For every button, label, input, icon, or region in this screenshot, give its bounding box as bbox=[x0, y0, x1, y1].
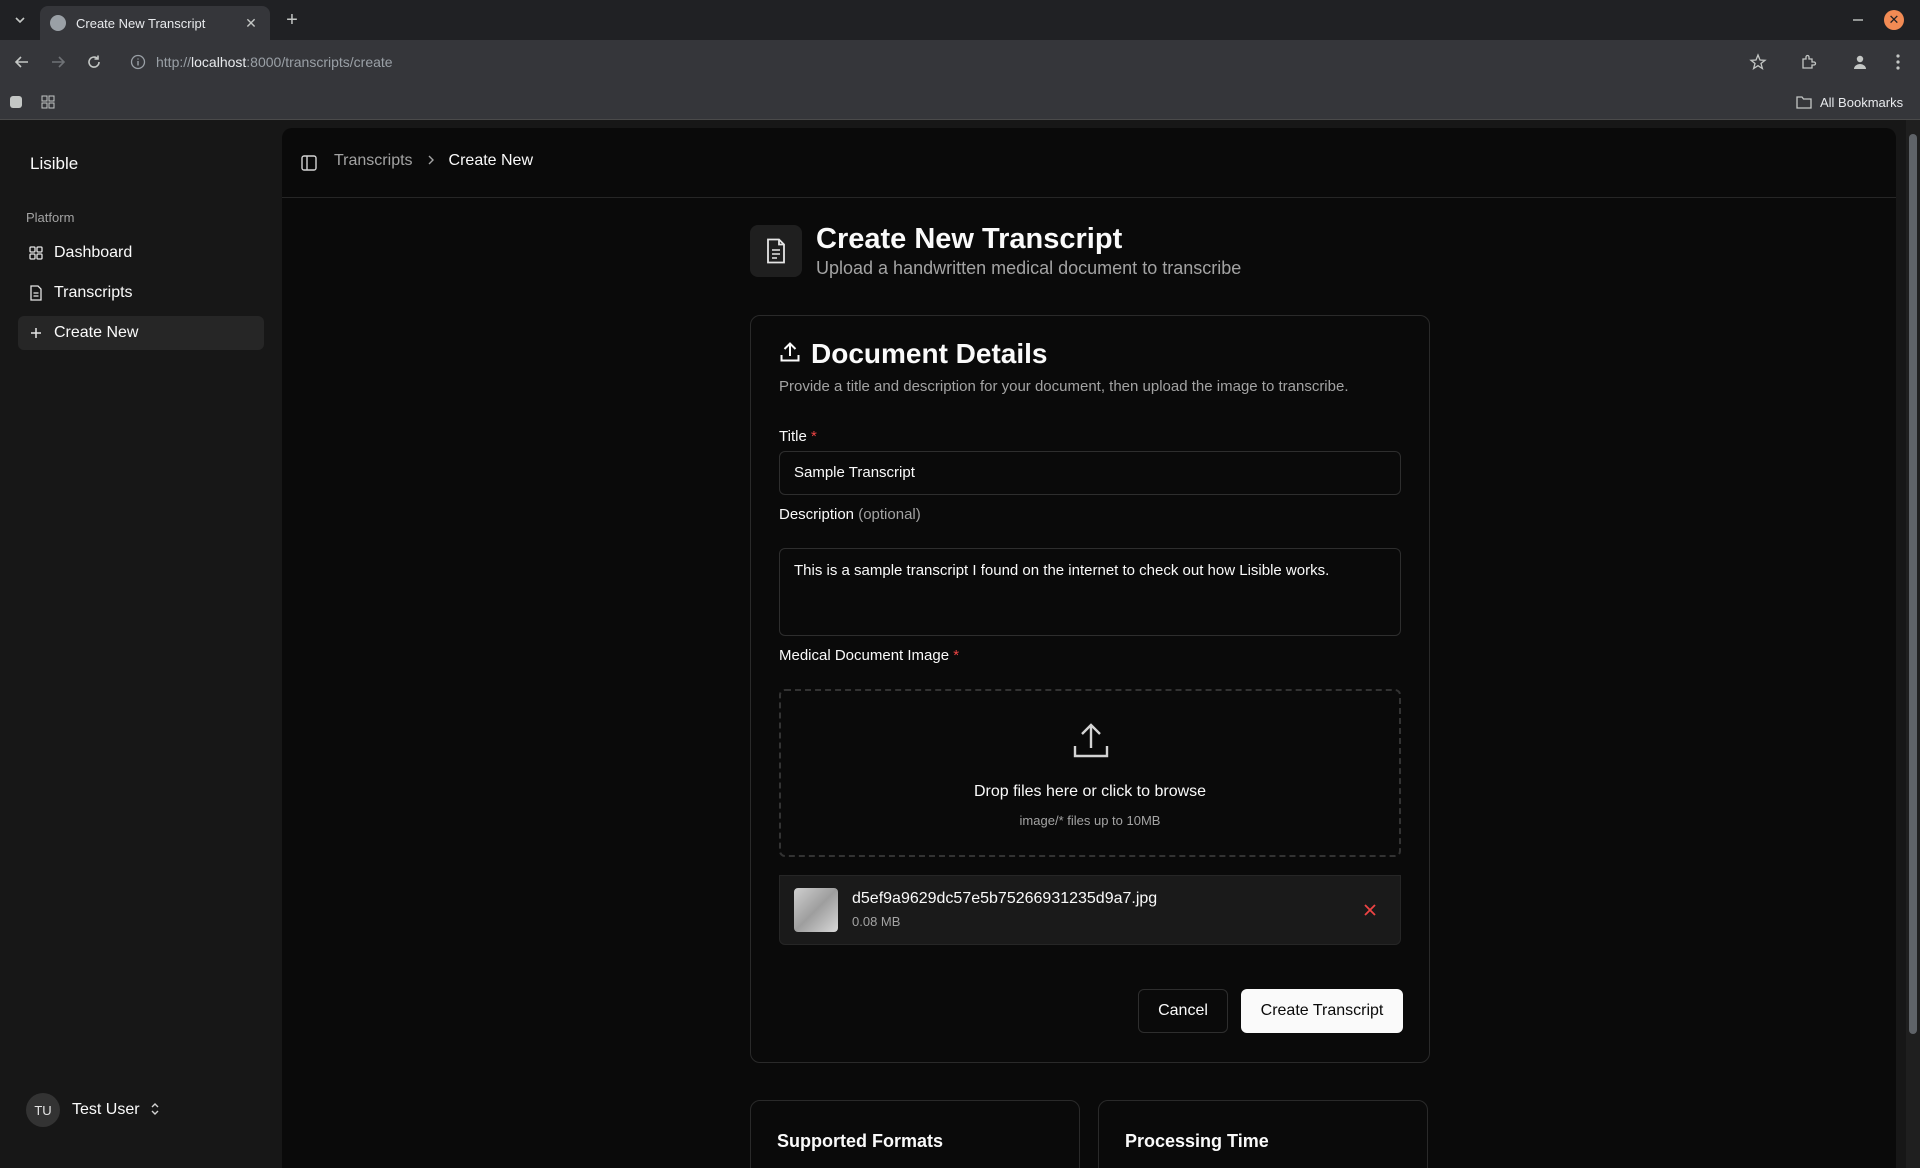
page-scrollbar[interactable] bbox=[1906, 120, 1920, 1168]
profile-icon[interactable] bbox=[1848, 50, 1872, 74]
bookmarks-bar: All Bookmarks bbox=[0, 84, 1920, 120]
optional-hint: (optional) bbox=[858, 506, 921, 523]
app-square-icon[interactable] bbox=[6, 92, 26, 112]
sidebar-group-label: Platform bbox=[26, 210, 75, 225]
sidebar-item-label: Dashboard bbox=[54, 244, 133, 261]
cancel-button[interactable]: Cancel bbox=[1138, 989, 1228, 1033]
sidebar-item-label: Transcripts bbox=[54, 284, 133, 301]
page-title: Create New Transcript bbox=[816, 223, 1123, 255]
info-card-title: Processing Time bbox=[1125, 1131, 1269, 1151]
window-close-icon[interactable]: ✕ bbox=[1884, 10, 1904, 30]
file-text-icon bbox=[28, 285, 44, 301]
file-name: d5ef9a9629dc57e5b75266931235d9a7.jpg bbox=[852, 890, 1158, 907]
address-bar[interactable]: http://localhost:8000/transcripts/create bbox=[120, 46, 1740, 78]
uploaded-file-item: d5ef9a9629dc57e5b75266931235d9a7.jpg 0.0… bbox=[779, 875, 1401, 945]
upload-icon bbox=[779, 338, 801, 370]
page-heading: Create New Transcript Upload a handwritt… bbox=[750, 222, 1241, 280]
bookmark-star-icon[interactable] bbox=[1746, 50, 1770, 74]
file-size: 0.08 MB bbox=[852, 914, 901, 929]
site-info-icon[interactable] bbox=[130, 54, 146, 70]
back-icon[interactable] bbox=[10, 50, 34, 74]
breadcrumb-link-transcripts[interactable]: Transcripts bbox=[334, 152, 413, 170]
sidebar-item-label: Create New bbox=[54, 324, 139, 341]
minimize-icon[interactable] bbox=[1846, 8, 1870, 32]
sidebar-item-transcripts[interactable]: Transcripts bbox=[18, 276, 264, 310]
info-card-title: Supported Formats bbox=[777, 1131, 944, 1151]
browser-tab[interactable]: Create New Transcript ✕ bbox=[40, 6, 270, 40]
user-menu[interactable]: TU Test User bbox=[26, 1092, 160, 1128]
all-bookmarks-button[interactable]: All Bookmarks bbox=[1796, 92, 1903, 112]
breadcrumb-current: Create New bbox=[448, 152, 534, 169]
required-mark: * bbox=[953, 647, 960, 664]
title-input[interactable]: Sample Transcript bbox=[779, 451, 1401, 495]
browser-toolbar: http://localhost:8000/transcripts/create bbox=[0, 40, 1920, 84]
title-label: Title * bbox=[779, 428, 817, 445]
create-transcript-button[interactable]: Create Transcript bbox=[1241, 989, 1403, 1033]
tab-search-icon[interactable] bbox=[8, 8, 32, 32]
dropzone-text: Drop files here or click to browse bbox=[973, 783, 1207, 800]
reload-icon[interactable] bbox=[82, 50, 106, 74]
menu-dots-icon[interactable] bbox=[1886, 50, 1910, 74]
browser-tab-bar: Create New Transcript ✕ + ✕ bbox=[0, 0, 1920, 40]
sidebar-item-dashboard[interactable]: Dashboard bbox=[18, 236, 264, 270]
all-bookmarks-label: All Bookmarks bbox=[1820, 94, 1904, 110]
image-label: Medical Document Image * bbox=[779, 647, 960, 664]
avatar: TU bbox=[26, 1093, 60, 1127]
brand-name[interactable]: Lisible bbox=[30, 154, 78, 174]
document-icon bbox=[750, 225, 802, 277]
page-subtitle: Upload a handwritten medical document to… bbox=[816, 258, 1242, 278]
apps-grid-icon[interactable] bbox=[38, 92, 58, 112]
supported-formats-card: Supported Formats bbox=[750, 1100, 1080, 1168]
document-details-card: Document Details Provide a title and des… bbox=[750, 315, 1430, 1063]
remove-file-icon[interactable] bbox=[1360, 900, 1380, 920]
processing-time-card: Processing Time bbox=[1098, 1100, 1428, 1168]
card-title: Document Details bbox=[779, 338, 1048, 370]
file-dropzone[interactable]: Drop files here or click to browse image… bbox=[779, 689, 1401, 857]
user-name: Test User bbox=[72, 1101, 140, 1118]
tab-title: Create New Transcript bbox=[76, 15, 206, 31]
main-content: Transcripts Create New Create New Transc… bbox=[282, 128, 1896, 1168]
page-header: Transcripts Create New bbox=[282, 128, 1896, 198]
required-mark: * bbox=[810, 428, 817, 445]
description-textarea[interactable]: This is a sample transcript I found on t… bbox=[779, 548, 1401, 636]
forward-icon[interactable] bbox=[46, 50, 70, 74]
app-root: Lisible Platform Dashboard Transcripts C… bbox=[0, 120, 1920, 1168]
globe-icon bbox=[50, 15, 66, 31]
chevron-right-icon bbox=[427, 153, 435, 169]
sidebar: Lisible Platform Dashboard Transcripts C… bbox=[0, 120, 282, 1168]
grid-icon bbox=[28, 245, 44, 261]
close-tab-icon[interactable]: ✕ bbox=[242, 15, 260, 32]
extensions-icon[interactable] bbox=[1796, 50, 1820, 74]
sidebar-item-create-new[interactable]: Create New bbox=[18, 316, 264, 350]
dropzone-hint: image/* files up to 10MB bbox=[1019, 813, 1161, 828]
description-label: Description (optional) bbox=[779, 506, 921, 523]
new-tab-icon[interactable]: + bbox=[280, 8, 304, 32]
sidebar-toggle-icon[interactable] bbox=[300, 154, 318, 172]
scrollbar-thumb[interactable] bbox=[1909, 134, 1917, 1034]
url-text: http://localhost:8000/transcripts/create bbox=[156, 54, 393, 70]
plus-icon bbox=[28, 325, 44, 341]
file-thumbnail bbox=[794, 888, 838, 932]
chevrons-up-down-icon bbox=[150, 1102, 160, 1119]
folder-icon bbox=[1796, 96, 1812, 109]
card-title-text: Document Details bbox=[811, 338, 1048, 369]
card-description: Provide a title and description for your… bbox=[779, 378, 1349, 395]
upload-icon bbox=[1071, 721, 1111, 761]
breadcrumb: Transcripts Create New bbox=[334, 152, 533, 170]
